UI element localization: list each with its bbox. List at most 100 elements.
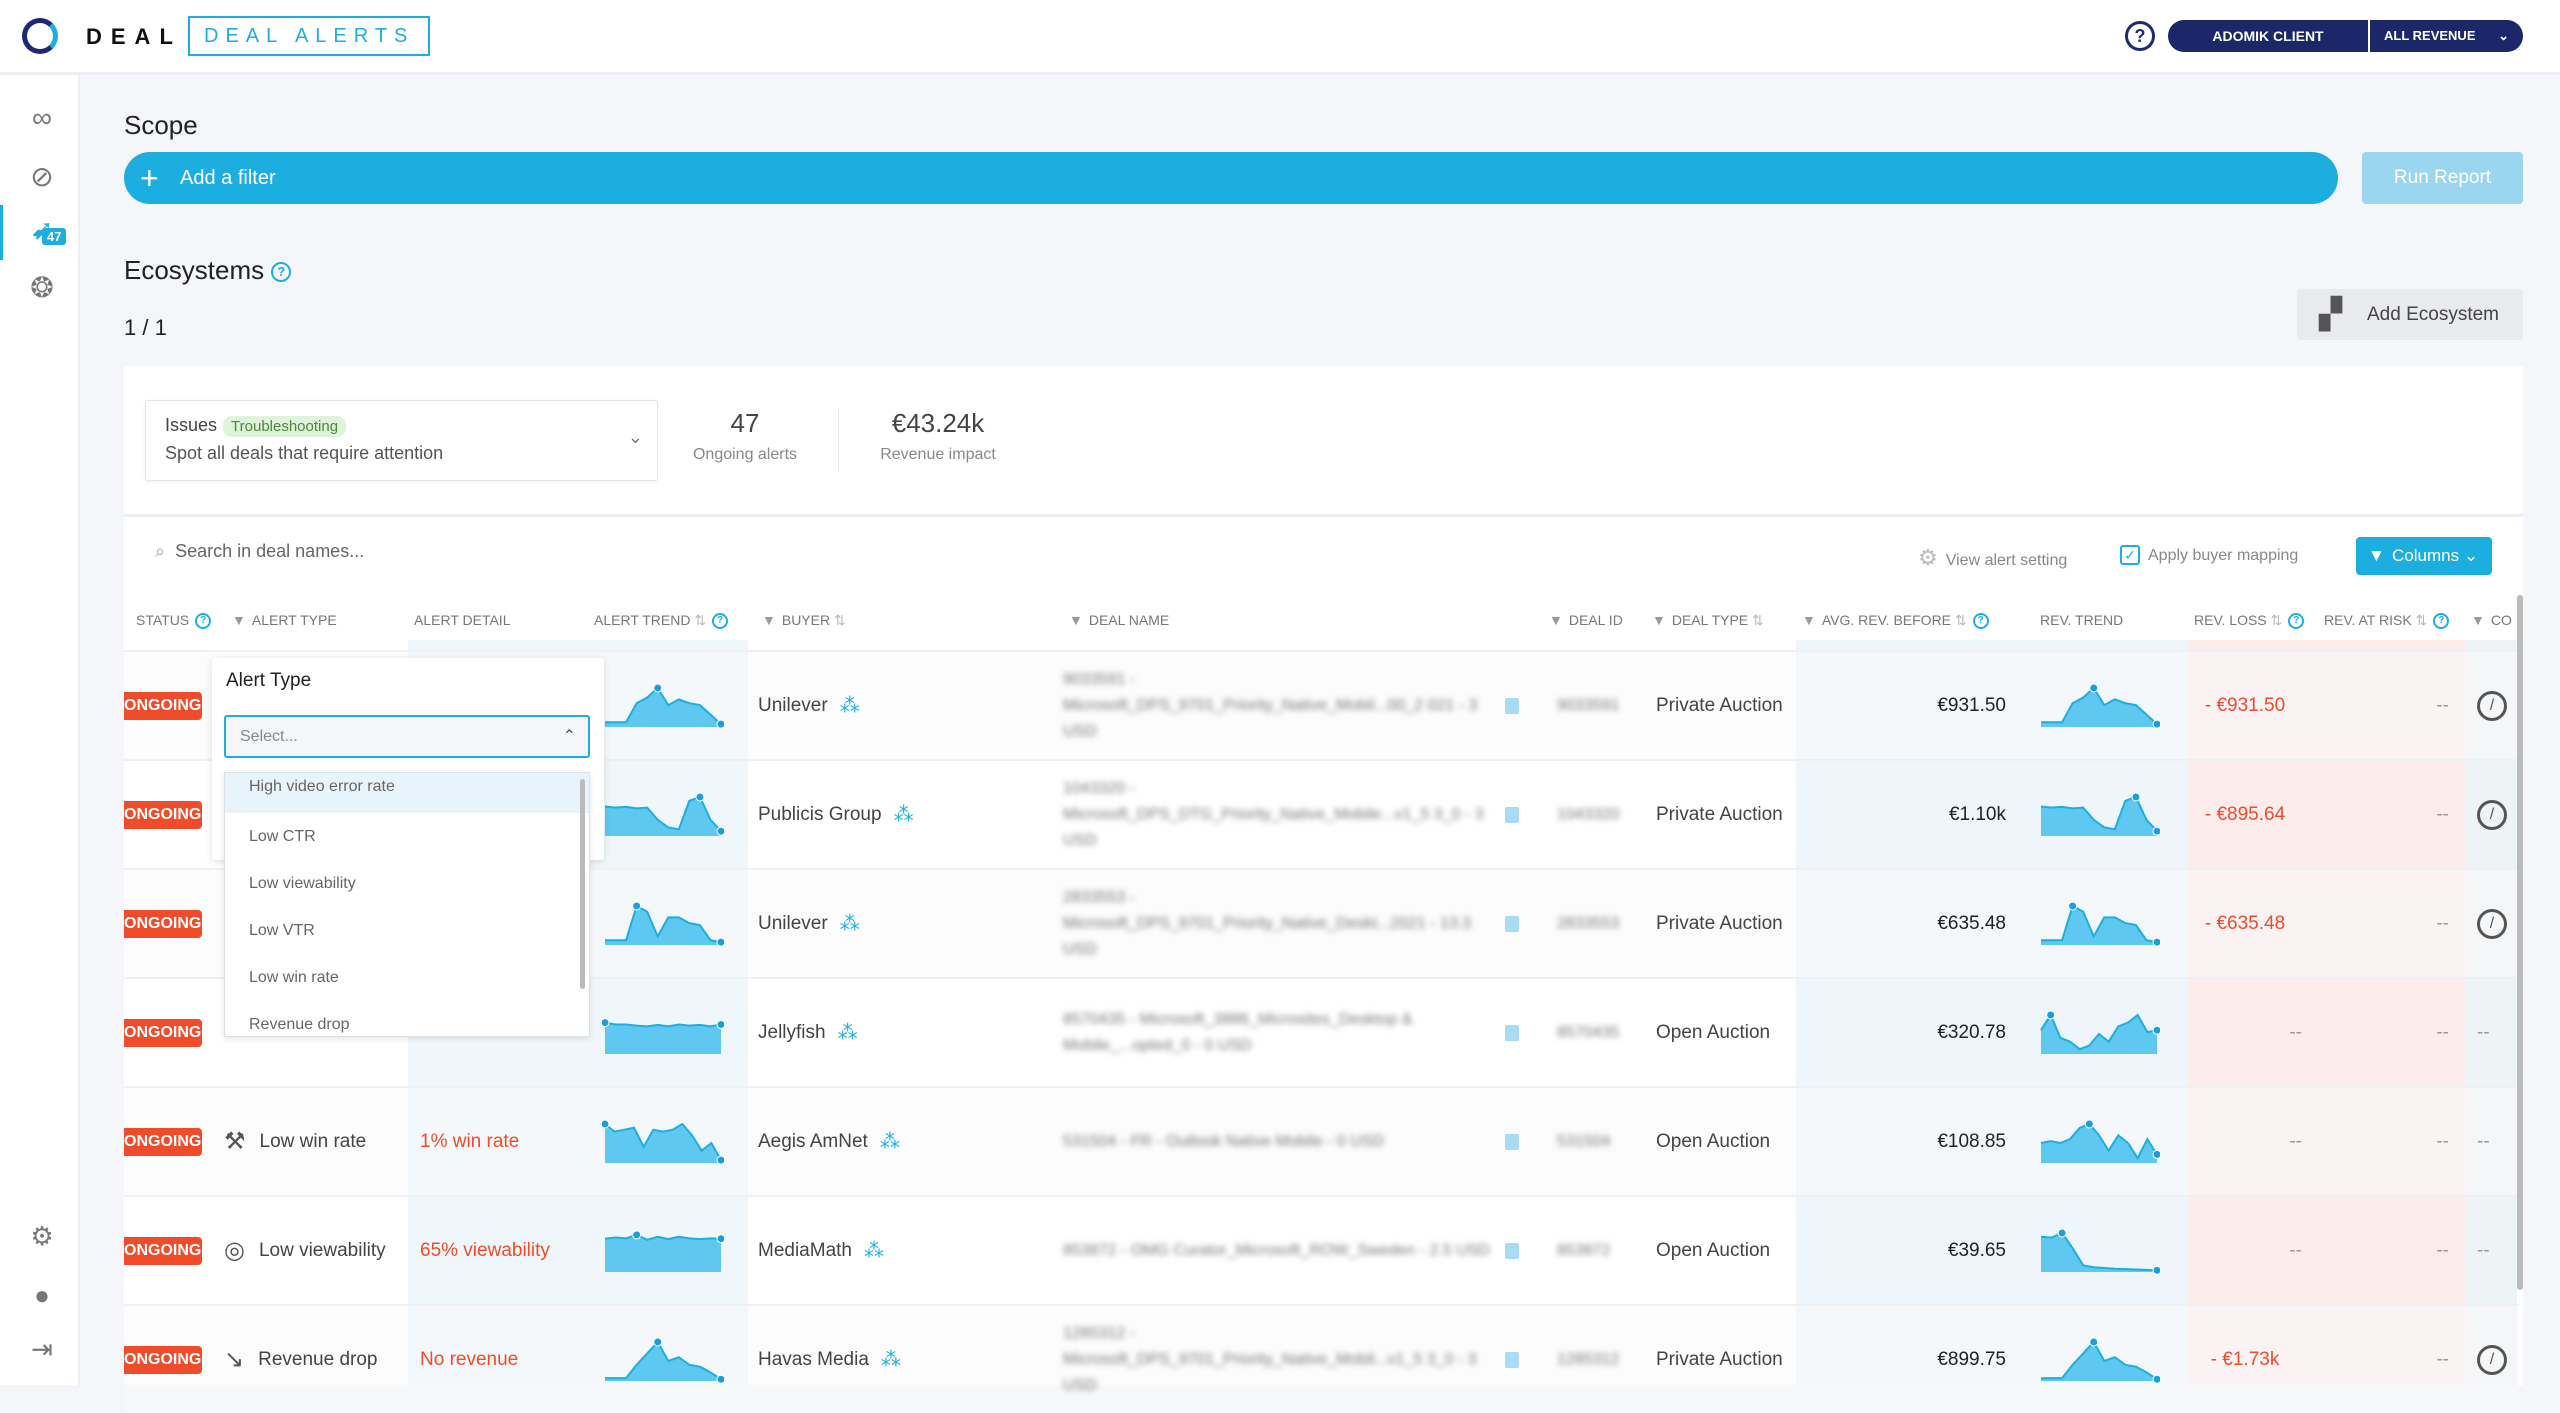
alert-type-option[interactable]: Low viewability xyxy=(225,860,589,907)
search-input[interactable]: ⌕ Search in deal names... xyxy=(155,541,364,562)
column-header[interactable]: REV. AT RISK ⇅? xyxy=(2324,612,2450,630)
sparkline-point xyxy=(716,1019,724,1029)
help-icon[interactable]: ? xyxy=(271,262,292,283)
sort-icon[interactable]: ⇅ xyxy=(1748,612,1764,628)
sort-icon[interactable]: ⇅ xyxy=(690,612,706,628)
filter-icon[interactable]: ▼ xyxy=(1802,612,1816,628)
alert-type-option[interactable]: Low CTR xyxy=(225,813,589,860)
buyer-mapping-icon[interactable]: ⁂ xyxy=(864,1238,884,1263)
column-header[interactable]: ALERT TREND ⇅? xyxy=(594,612,729,630)
filter-icon[interactable]: ▼ xyxy=(762,612,776,628)
buyer-mapping-icon[interactable]: ⁂ xyxy=(840,911,860,936)
lifebuoy-icon[interactable]: ❂ xyxy=(22,268,62,308)
sort-icon[interactable]: ⇅ xyxy=(2267,612,2283,628)
deal-id: 1043320 xyxy=(1557,805,1620,823)
column-header[interactable]: ALERT DETAIL xyxy=(414,612,510,628)
column-header[interactable]: ▼ DEAL ID xyxy=(1549,612,1623,628)
external-link-icon[interactable] xyxy=(1505,915,1519,932)
help-icon[interactable]: ? xyxy=(2288,613,2305,630)
table-row[interactable]: ONGOING ⚒ Low win rate 1% win rate Aegis AmN… xyxy=(124,1086,2519,1195)
sparkline-point xyxy=(716,937,724,947)
external-link-icon[interactable] xyxy=(1505,1133,1519,1150)
sparkline-point xyxy=(2152,937,2160,947)
user-icon[interactable]: ● xyxy=(22,1275,62,1315)
buyer-mapping-icon[interactable]: ⁂ xyxy=(880,1129,900,1154)
sort-icon[interactable]: ⇅ xyxy=(2412,612,2428,628)
chevron-up-icon: ⌃ xyxy=(562,728,576,745)
add-filter-button[interactable]: + Add a filter xyxy=(124,152,2338,204)
column-header[interactable]: ▼ DEAL NAME xyxy=(1069,612,1169,628)
alert-detail: No revenue xyxy=(420,1348,519,1370)
compass-icon[interactable]: ⊘ xyxy=(22,157,62,197)
help-icon[interactable]: ? xyxy=(712,613,729,630)
table-row[interactable]: ONGOING ◎ Low viewability 65% viewability Me… xyxy=(124,1195,2519,1304)
deal-type: Private Auction xyxy=(1656,803,1783,825)
column-header[interactable]: ▼ AVG. REV. BEFORE ⇅? xyxy=(1802,612,1989,630)
sparkline xyxy=(602,1017,724,1054)
column-header[interactable]: REV. LOSS ⇅? xyxy=(2194,612,2305,630)
compass-icon[interactable]: / xyxy=(2477,1344,2507,1375)
filter-icon[interactable]: ▼ xyxy=(1549,612,1563,628)
alert-type-option[interactable]: High video error rate xyxy=(225,773,589,813)
ecosystem-select[interactable]: Issues Troubleshooting Spot all deals tha… xyxy=(145,400,658,481)
column-header[interactable]: ▼ BUYER ⇅ xyxy=(762,612,846,629)
gear-icon: ⚙ xyxy=(1918,545,1938,570)
glasses-icon[interactable]: ∞ xyxy=(22,98,62,138)
compass-icon[interactable]: / xyxy=(2477,908,2507,939)
chevron-down-icon: ⌄ xyxy=(2463,546,2479,565)
help-icon[interactable]: ? xyxy=(2125,21,2155,51)
filter-icon[interactable]: ▼ xyxy=(1069,612,1083,628)
compass-icon[interactable]: / xyxy=(2477,690,2507,721)
avg-rev-before: €635.48 xyxy=(1937,912,2006,934)
buyer-mapping-icon[interactable]: ⁂ xyxy=(894,802,914,827)
alert-type-option[interactable]: Low VTR xyxy=(225,907,589,954)
buyer-mapping-icon[interactable]: ⁂ xyxy=(838,1020,858,1045)
client-button[interactable]: ADOMIK CLIENT xyxy=(2168,20,2368,52)
sort-icon[interactable]: ⇅ xyxy=(830,612,846,628)
sparkline-area xyxy=(605,1022,721,1054)
help-icon[interactable]: ? xyxy=(195,613,212,630)
add-ecosystem-button[interactable]: ▞ Add Ecosystem xyxy=(2297,289,2523,340)
gear-icon[interactable]: ⚙ xyxy=(22,1216,62,1256)
view-alert-setting-button[interactable]: ⚙ View alert setting xyxy=(1918,545,2067,571)
alert-detail: 65% viewability xyxy=(420,1239,550,1261)
external-link-icon[interactable] xyxy=(1505,1024,1519,1041)
columns-button[interactable]: ▼ Columns ⌄ xyxy=(2356,537,2492,575)
alert-type-select[interactable]: Select... ⌃ xyxy=(224,715,590,758)
buyer-mapping-icon[interactable]: ⁂ xyxy=(840,693,860,718)
table-row[interactable]: ONGOING ↘ Revenue drop No revenue Havas Medi… xyxy=(124,1304,2519,1413)
column-header[interactable]: ▼ DEAL TYPE ⇅ xyxy=(1652,612,1764,629)
external-link-icon[interactable] xyxy=(1505,1351,1519,1368)
help-icon[interactable]: ? xyxy=(2433,613,2450,630)
apply-buyer-mapping-checkbox[interactable]: ✓ Apply buyer mapping xyxy=(2120,545,2298,565)
external-link-icon[interactable] xyxy=(1505,806,1519,823)
column-header[interactable]: REV. TREND xyxy=(2040,612,2123,628)
compass-icon[interactable]: / xyxy=(2477,799,2507,830)
alert-count-badge: 47 xyxy=(42,228,67,245)
scope-title: Scope xyxy=(124,110,198,140)
table-scrollbar[interactable] xyxy=(2517,595,2523,1290)
sparkline xyxy=(2040,1010,2160,1054)
filter-icon[interactable]: ▼ xyxy=(232,612,246,628)
logout-icon[interactable]: ⇥ xyxy=(22,1329,62,1369)
column-header[interactable]: ▼ ALERT TYPE xyxy=(232,612,337,628)
rev-loss: - €931.50 xyxy=(2204,694,2286,716)
dropdown-scrollbar[interactable] xyxy=(580,779,585,989)
sort-icon[interactable]: ⇅ xyxy=(1951,612,1967,628)
filter-icon[interactable]: ▼ xyxy=(1652,612,1666,628)
column-header[interactable]: STATUS? xyxy=(136,612,212,630)
revenue-select[interactable]: ALL REVENUE ⌄ xyxy=(2370,20,2523,52)
sparkline-point xyxy=(2089,1337,2099,1346)
run-report-button[interactable]: Run Report xyxy=(2362,152,2523,204)
external-link-icon[interactable] xyxy=(1505,697,1519,714)
external-link-icon[interactable] xyxy=(1505,1242,1519,1259)
buyer-mapping-icon[interactable]: ⁂ xyxy=(881,1347,901,1372)
sparkline-area xyxy=(2041,1232,2157,1272)
help-icon[interactable]: ? xyxy=(1972,613,1989,630)
column-header[interactable]: ▼ CO xyxy=(2471,612,2512,628)
deal-id: 2833553 xyxy=(1557,914,1620,932)
sparkline xyxy=(2040,1119,2160,1163)
alert-type-option[interactable]: Low win rate xyxy=(225,954,589,1001)
alert-type-option[interactable]: Revenue drop xyxy=(225,1001,589,1036)
filter-icon[interactable]: ▼ xyxy=(2471,612,2485,628)
